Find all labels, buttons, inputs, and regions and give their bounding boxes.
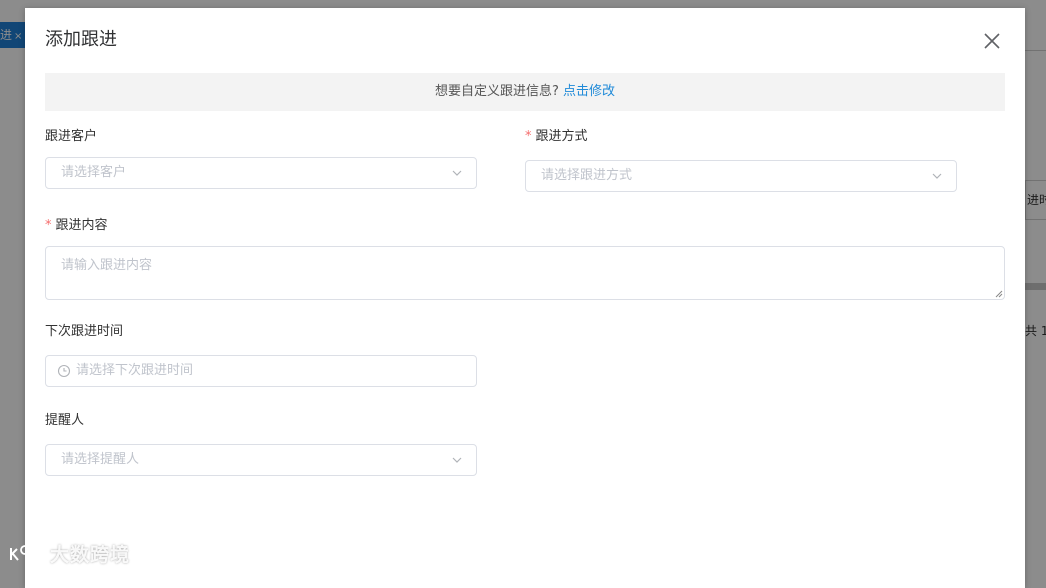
method-placeholder: 请选择跟进方式 <box>541 168 633 183</box>
next-time-label-text: 下次跟进时间 <box>45 324 124 339</box>
content-label: * 跟进内容 <box>45 217 108 235</box>
watermark: 大数跨境 <box>8 540 130 567</box>
close-button[interactable] <box>981 30 1003 52</box>
resize-grip-icon[interactable] <box>995 290 1003 298</box>
content-placeholder: 请输入跟进内容 <box>61 258 153 273</box>
required-mark: * <box>525 129 532 144</box>
reminder-label-text: 提醒人 <box>45 413 85 428</box>
customize-banner: 想要自定义跟进信息? 点击修改 <box>45 73 1005 111</box>
reminder-select[interactable]: 请选择提醒人 <box>45 444 477 476</box>
required-mark: * <box>45 218 52 233</box>
customer-label: 跟进客户 <box>45 128 97 146</box>
banner-text: 想要自定义跟进信息? <box>434 84 559 99</box>
customer-placeholder: 请选择客户 <box>61 165 127 180</box>
customer-label-text: 跟进客户 <box>45 129 98 144</box>
reminder-placeholder: 请选择提醒人 <box>61 452 140 467</box>
method-select[interactable]: 请选择跟进方式 <box>525 160 957 192</box>
reminder-label: 提醒人 <box>45 412 84 430</box>
clock-icon <box>57 364 71 378</box>
next-time-picker[interactable]: 请选择下次跟进时间 <box>45 355 477 387</box>
method-label: * 跟进方式 <box>525 128 588 146</box>
content-label-text: 跟进内容 <box>55 218 108 233</box>
next-time-label: 下次跟进时间 <box>45 323 123 341</box>
method-label-text: 跟进方式 <box>535 129 588 144</box>
customer-select[interactable]: 请选择客户 <box>45 157 477 189</box>
dialog-title: 添加跟进 <box>45 29 117 50</box>
chevron-down-icon <box>452 457 462 463</box>
chevron-down-icon <box>452 170 462 176</box>
chevron-down-icon <box>932 173 942 179</box>
add-followup-dialog: 添加跟进 想要自定义跟进信息? 点击修改 跟进客户 请选择客户 * 跟进方式 请选… <box>25 8 1025 588</box>
next-time-placeholder: 请选择下次跟进时间 <box>76 363 194 378</box>
watermark-text: 大数跨境 <box>50 544 131 566</box>
customize-link[interactable]: 点击修改 <box>563 84 615 99</box>
close-icon <box>984 33 1000 49</box>
content-textarea[interactable]: 请输入跟进内容 <box>45 246 1005 300</box>
watermark-logo-icon <box>10 545 40 561</box>
